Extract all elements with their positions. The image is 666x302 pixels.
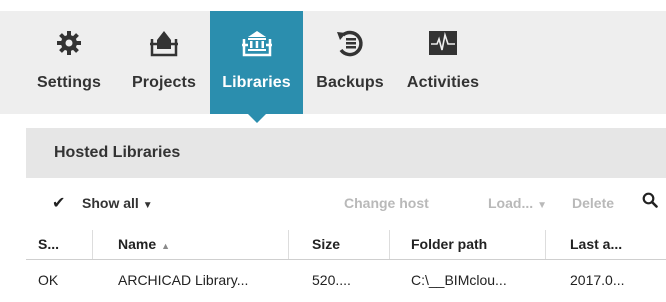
table-row[interactable]: OK ARCHICAD Library... 520.... C:\__BIMc… [26, 261, 666, 301]
column-divider[interactable] [545, 230, 546, 259]
nav-activities[interactable]: Activities [398, 11, 488, 114]
projects-icon [125, 25, 203, 61]
column-divider[interactable] [92, 230, 93, 259]
column-header-status[interactable]: S... [38, 236, 59, 252]
cell-folder-path: C:\__BIMclou... [411, 272, 507, 288]
column-header-name[interactable]: Name ▲ [118, 236, 170, 252]
column-header-folder-path[interactable]: Folder path [411, 236, 487, 252]
nav-activities-label: Activities [406, 74, 480, 91]
show-all-dropdown[interactable]: Show all ▼ [82, 195, 153, 211]
cell-size: 520.... [312, 272, 351, 288]
nav-settings[interactable]: Settings [31, 11, 107, 114]
section-title: Hosted Libraries [54, 144, 181, 161]
load-label: Load... [488, 195, 534, 211]
gear-icon [31, 25, 107, 61]
load-dropdown[interactable]: Load... ▼ [488, 195, 547, 211]
nav-projects-label: Projects [132, 74, 196, 91]
column-header-name-label: Name [118, 236, 157, 252]
column-header-size[interactable]: Size [312, 236, 340, 252]
chevron-down-icon: ▼ [142, 200, 153, 211]
library-toolbar: ✔ Show all ▼ Change host Load... ▼ Delete [26, 190, 666, 220]
nav-libraries[interactable]: Libraries [210, 11, 303, 123]
delete-button[interactable]: Delete [572, 195, 614, 211]
checkmark-icon: ✔ [52, 195, 66, 212]
library-icon [210, 25, 303, 61]
nav-settings-label: Settings [37, 74, 101, 91]
cell-last-accessed: 2017.0... [570, 272, 625, 288]
change-host-button[interactable]: Change host [344, 195, 429, 211]
cell-name: ARCHICAD Library... [118, 272, 249, 288]
column-divider[interactable] [389, 230, 390, 259]
active-tab-pointer [247, 114, 266, 123]
nav-backups-label: Backups [316, 74, 384, 91]
table-header: S... Name ▲ Size Folder path Last a... [26, 230, 666, 260]
search-icon[interactable] [642, 192, 658, 211]
nav-projects[interactable]: Projects [125, 11, 203, 114]
sort-ascending-icon: ▲ [161, 241, 171, 251]
column-header-last-accessed[interactable]: Last a... [570, 236, 622, 252]
show-all-label: Show all [82, 195, 139, 211]
chevron-down-icon: ▼ [537, 200, 548, 211]
activity-monitor-icon [398, 25, 488, 61]
backup-icon [310, 25, 390, 61]
cell-status: OK [38, 272, 59, 288]
section-header: Hosted Libraries [26, 128, 666, 178]
nav-libraries-label: Libraries [222, 74, 291, 91]
nav-backups[interactable]: Backups [310, 11, 390, 114]
top-navigation-bar: Settings Projects Libraries Backups Acti… [0, 11, 666, 123]
column-divider[interactable] [288, 230, 289, 259]
